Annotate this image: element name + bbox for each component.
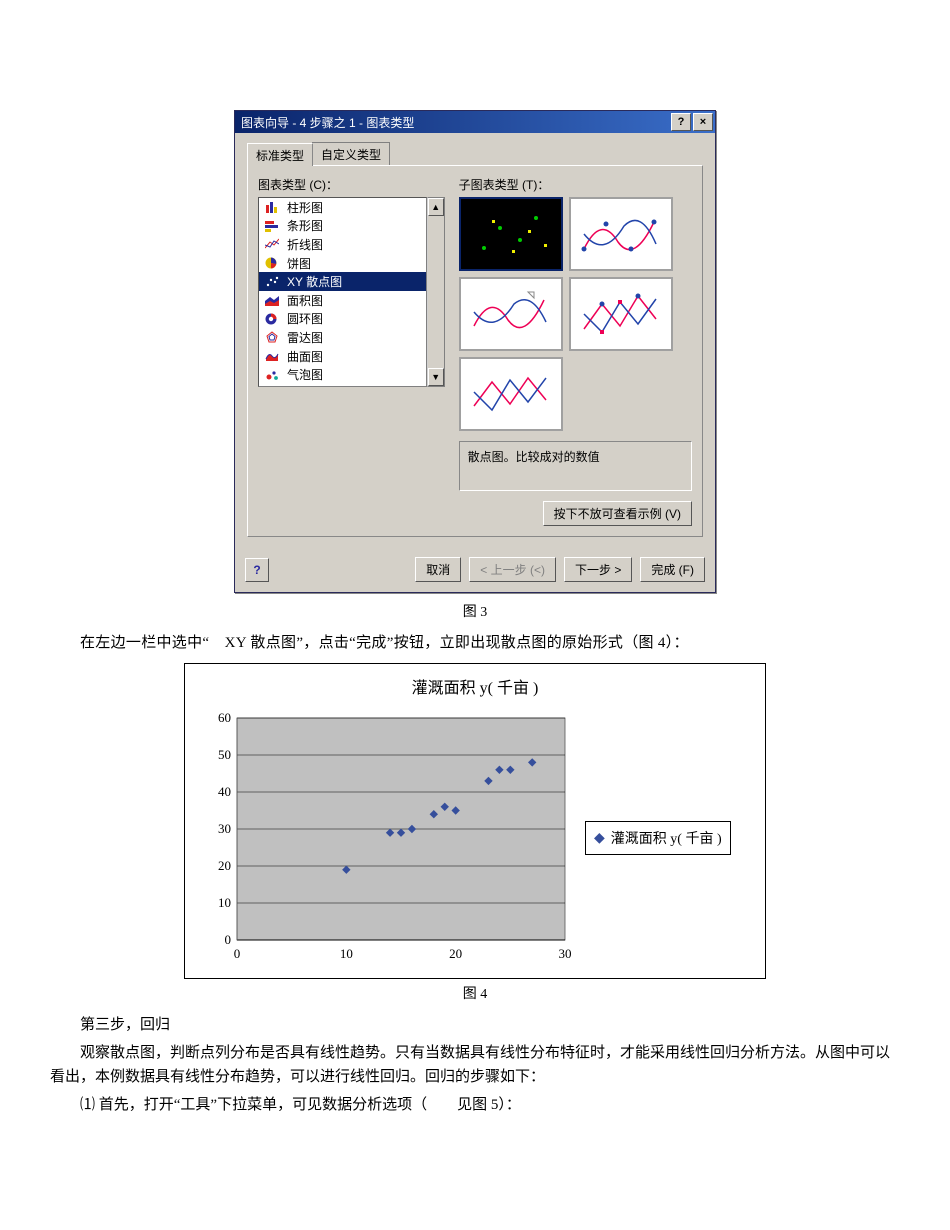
list-item-label: 气泡图: [287, 366, 323, 383]
list-item: 折线图: [259, 235, 426, 254]
radar-chart-icon: [263, 330, 281, 344]
chart-type-listbox[interactable]: 柱形图 条形图 折线图 饼图 XY 散点图 面积图 圆环图 雷达图 曲面图: [258, 197, 427, 387]
list-item: 柱形图: [259, 198, 426, 217]
list-item: 气泡图: [259, 365, 426, 384]
pie-chart-icon: [263, 256, 281, 270]
figure4-caption: 图 4: [50, 983, 900, 1003]
svg-text:0: 0: [234, 946, 241, 961]
list-item-label: 圆环图: [287, 310, 323, 327]
preview-sample-button[interactable]: 按下不放可查看示例 (V): [543, 501, 692, 526]
list-item-label: 雷达图: [287, 329, 323, 346]
help-titlebar-button[interactable]: ?: [671, 113, 691, 131]
list-item: 面积图: [259, 291, 426, 310]
bar-chart-icon: [263, 219, 281, 233]
legend-marker-icon: ◆: [594, 830, 605, 847]
next-button[interactable]: 下一步 >: [564, 557, 632, 582]
list-item: 饼图: [259, 254, 426, 273]
subchart-scatter-smooth-nomarkers[interactable]: [459, 277, 563, 351]
subchart-scatter-markers[interactable]: [459, 197, 563, 271]
dialog-footer: ? 取消 < 上一步 (<) 下一步 > 完成 (F): [235, 549, 715, 592]
tab-panel: 图表类型 (C)： 柱形图 条形图 折线图 饼图 XY 散点图 面积图 圆环图: [247, 165, 703, 537]
svg-text:50: 50: [218, 747, 231, 762]
list-item-label: 饼图: [287, 255, 311, 272]
close-button[interactable]: ×: [693, 113, 713, 131]
svg-text:30: 30: [218, 821, 231, 836]
paragraph-2: 观察散点图，判断点列分布是否具有线性趋势。只有当数据具有线性分布特征时，才能采用…: [50, 1041, 900, 1089]
sub-chart-type-label: 子图表类型 (T)：: [459, 176, 692, 193]
column-chart-icon: [263, 200, 281, 214]
svg-text:60: 60: [218, 710, 231, 725]
list-item-label: 折线图: [287, 236, 323, 253]
list-item-selected: XY 散点图: [259, 272, 426, 291]
list-item: 曲面图: [259, 347, 426, 366]
list-item-label: XY 散点图: [287, 273, 342, 290]
scatter-chart-icon: [263, 275, 281, 289]
area-chart-icon: [263, 293, 281, 307]
chart-legend: ◆ 灌溉面积 y( 千亩 ): [585, 821, 731, 855]
chart-wizard-dialog: 图表向导 - 4 步骤之 1 - 图表类型 ? × 标准类型 自定义类型 图表类…: [234, 110, 716, 593]
list-item-label: 面积图: [287, 292, 323, 309]
subchart-scatter-smooth-markers[interactable]: [569, 197, 673, 271]
dialog-title: 图表向导 - 4 步骤之 1 - 图表类型: [241, 114, 669, 131]
legend-label: 灌溉面积 y( 千亩 ): [611, 828, 722, 848]
svg-text:20: 20: [218, 858, 231, 873]
svg-text:40: 40: [218, 784, 231, 799]
figure3-caption: 图 3: [50, 601, 900, 621]
list-item: 圆环图: [259, 310, 426, 329]
svg-text:10: 10: [340, 946, 353, 961]
list-item-label: 柱形图: [287, 199, 323, 216]
surface-chart-icon: [263, 349, 281, 363]
list-item: 条形图: [259, 217, 426, 236]
svg-text:0: 0: [225, 932, 232, 947]
scatter-plot: 0 10 20 30 40 50 60 0 10 20 30: [195, 708, 575, 968]
chart-type-label: 图表类型 (C)：: [258, 176, 445, 193]
help-button[interactable]: ?: [245, 558, 269, 582]
svg-text:20: 20: [449, 946, 462, 961]
tab-standard[interactable]: 标准类型: [247, 143, 313, 166]
paragraph-3: ⑴ 首先，打开“工具”下拉菜单，可见数据分析选项（ 见图 5）：: [50, 1093, 900, 1117]
subchart-scatter-lines-nomarkers[interactable]: [459, 357, 563, 431]
chart-title: 灌溉面积 y( 千亩 ): [195, 674, 755, 698]
listbox-scrollbar[interactable]: ▲ ▼: [427, 197, 445, 387]
list-item-label: 条形图: [287, 217, 323, 234]
list-item-label: 曲面图: [287, 348, 323, 365]
titlebar: 图表向导 - 4 步骤之 1 - 图表类型 ? ×: [235, 111, 715, 133]
paragraph-1: 在左边一栏中选中“ XY 散点图”，点击“完成”按钮，立即出现散点图的原始形式（…: [50, 631, 900, 655]
paragraph-step3: 第三步，回归: [50, 1013, 900, 1037]
subtype-description: 散点图。比较成对的数值: [459, 441, 692, 491]
doughnut-chart-icon: [263, 312, 281, 326]
back-button: < 上一步 (<): [469, 557, 556, 582]
svg-text:10: 10: [218, 895, 231, 910]
figure4-chart: 灌溉面积 y( 千亩 ) 0 10 20 30 40 50 60 0 10 20 30 ◆ 灌溉面积…: [184, 663, 766, 979]
scroll-down-button[interactable]: ▼: [428, 368, 444, 386]
scroll-up-button[interactable]: ▲: [428, 198, 444, 216]
cancel-button[interactable]: 取消: [415, 557, 461, 582]
finish-button[interactable]: 完成 (F): [640, 557, 705, 582]
sub-chart-grid: [459, 197, 679, 431]
subchart-scatter-lines-markers[interactable]: [569, 277, 673, 351]
tab-custom[interactable]: 自定义类型: [312, 142, 390, 165]
list-item: 雷达图: [259, 328, 426, 347]
svg-text:30: 30: [559, 946, 572, 961]
bubble-chart-icon: [263, 368, 281, 382]
line-chart-icon: [263, 237, 281, 251]
